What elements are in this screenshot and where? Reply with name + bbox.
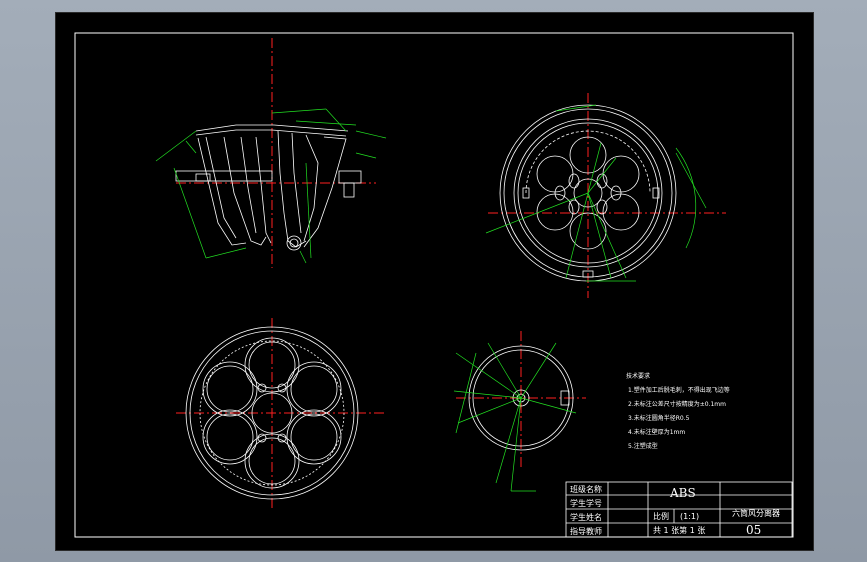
note-item: 2.未标注公差尺寸按精度为±0.1mm — [628, 400, 726, 408]
scale-value: (1:1) — [680, 512, 699, 521]
side-section-view — [155, 38, 387, 268]
scale-label: 比例 — [653, 511, 669, 521]
inner-frame — [74, 32, 794, 538]
material-value: ABS — [669, 486, 696, 500]
six-tube-plan-view — [176, 318, 386, 508]
note-item: 1.塑件加工后脱毛刺，不得出现飞边等 — [628, 386, 730, 394]
cad-drawing: 技术要求 1.塑件加工后脱毛刺，不得出现飞边等 2.未标注公差尺寸按精度为±0.… — [74, 32, 794, 538]
angular-section-view — [453, 331, 586, 492]
title-block: 班级名称 学生学号 学生姓名 指导教师 ABS 比例 (1:1) 共 1 张第 … — [565, 481, 793, 538]
supervisor-label: 指导教师 — [570, 526, 602, 536]
drawing-sheet: 技术要求 1.塑件加工后脱毛刺，不得出现飞边等 2.未标注公差尺寸按精度为±0.… — [55, 12, 814, 551]
sheet-info: 共 1 张第 1 张 — [653, 525, 705, 535]
class-name-label: 班级名称 — [570, 484, 602, 494]
part-name: 六筒风分离器 — [732, 508, 780, 518]
student-name-label: 学生姓名 — [570, 512, 602, 522]
note-item: 5.注塑成型 — [628, 442, 658, 450]
student-id-label: 学生学号 — [570, 498, 602, 508]
technical-notes: 技术要求 1.塑件加工后脱毛刺，不得出现飞边等 2.未标注公差尺寸按精度为±0.… — [626, 372, 730, 450]
note-item: 4.未标注壁厚为1mm — [628, 428, 685, 436]
drawing-number: 05 — [746, 523, 761, 537]
notes-heading: 技术要求 — [626, 372, 650, 380]
note-item: 3.未标注圆角半径R0.5 — [628, 414, 690, 422]
top-plan-view — [485, 93, 726, 298]
